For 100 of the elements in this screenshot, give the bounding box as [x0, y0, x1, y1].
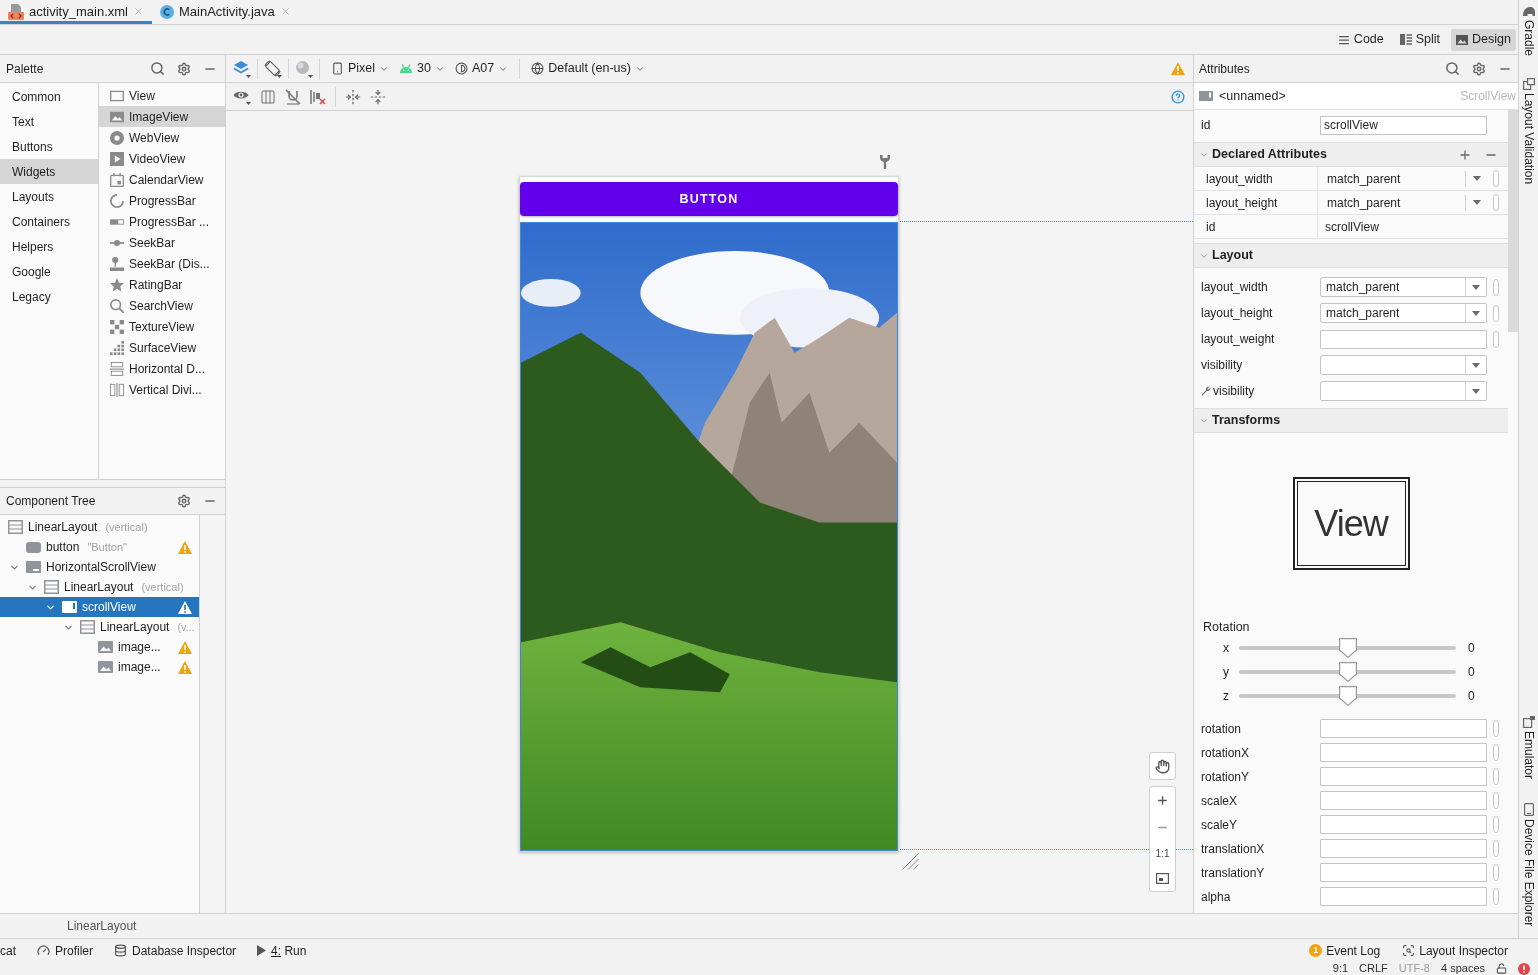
- palette-item[interactable]: TextureView: [99, 316, 225, 337]
- value-dropdown[interactable]: match_parent: [1318, 191, 1487, 214]
- text-field[interactable]: [1320, 719, 1487, 738]
- palette-item[interactable]: ImageView: [99, 106, 225, 127]
- status-item[interactable]: 4 spaces: [1440, 963, 1485, 974]
- dropdown-field[interactable]: match_parent: [1320, 277, 1487, 297]
- text-field[interactable]: [1320, 767, 1487, 786]
- crossed-magnet-icon[interactable]: [285, 88, 301, 105]
- tree-item[interactable]: LinearLayout (v...: [0, 617, 199, 637]
- section-header[interactable]: Declared Attributes: [1194, 142, 1508, 167]
- settings-icon[interactable]: [177, 494, 191, 508]
- clear-icon[interactable]: [310, 88, 326, 105]
- palette-category[interactable]: Widgets: [0, 159, 98, 184]
- palette-item[interactable]: SurfaceView: [99, 337, 225, 358]
- palette-item[interactable]: WebView: [99, 127, 225, 148]
- text-field[interactable]: [1320, 863, 1487, 882]
- text-field[interactable]: [1320, 815, 1487, 834]
- tool-window-button[interactable]: cat: [0, 944, 16, 957]
- help-icon[interactable]: [1171, 89, 1185, 104]
- rotation-slider[interactable]: [1239, 637, 1456, 658]
- palette-item[interactable]: SearchView: [99, 295, 225, 316]
- tree-item[interactable]: LinearLayout (vertical): [0, 517, 199, 537]
- add-icon[interactable]: [1458, 147, 1472, 162]
- rotation-slider[interactable]: [1239, 685, 1456, 706]
- palette-item[interactable]: Horizontal D...: [99, 358, 225, 379]
- search-icon[interactable]: [1445, 61, 1460, 76]
- palette-item[interactable]: ProgressBar: [99, 190, 225, 211]
- slider-thumb[interactable]: [1338, 685, 1357, 706]
- settings-icon[interactable]: [177, 61, 191, 76]
- fit-screen-icon[interactable]: [1156, 872, 1169, 884]
- palette-item[interactable]: CalendarView: [99, 169, 225, 190]
- palette-category[interactable]: Legacy: [0, 284, 98, 309]
- toolbar-dropdown[interactable]: Pixel: [326, 57, 395, 80]
- columns-icon[interactable]: [260, 88, 276, 105]
- tool-window-button[interactable]: 4: Run: [257, 944, 307, 957]
- unlocked-icon[interactable]: [1496, 963, 1507, 974]
- palette-item[interactable]: ProgressBar ...: [99, 211, 225, 232]
- palette-item[interactable]: RatingBar: [99, 274, 225, 295]
- section-header[interactable]: Transforms: [1194, 408, 1508, 433]
- tree-item[interactable]: scrollView: [0, 597, 199, 617]
- resource-picker-icon[interactable]: [1493, 744, 1499, 761]
- error-icon[interactable]: [1518, 962, 1530, 975]
- section-header[interactable]: Layout: [1194, 243, 1508, 268]
- pan-button[interactable]: [1149, 752, 1176, 780]
- tool-window-button[interactable]: Profiler: [37, 944, 94, 957]
- dropdown-field[interactable]: [1320, 355, 1487, 375]
- tilted-phone-icon[interactable]: [264, 59, 282, 78]
- palette-item[interactable]: VideoView: [99, 148, 225, 169]
- tool-window-button[interactable]: Layout Inspector: [1402, 944, 1508, 957]
- zoom-in-icon[interactable]: [1156, 794, 1169, 808]
- palette-item[interactable]: Vertical Divi...: [99, 379, 225, 400]
- palette-category[interactable]: Containers: [0, 209, 98, 234]
- dropdown-field[interactable]: [1320, 381, 1487, 401]
- settings-icon[interactable]: [1472, 61, 1486, 76]
- tree-item[interactable]: button "Button": [0, 537, 199, 557]
- view-mode-tab[interactable]: Design: [1451, 28, 1516, 51]
- tree-item[interactable]: image...: [0, 637, 199, 657]
- view-mode-tab[interactable]: Split: [1394, 28, 1446, 51]
- resize-handle-icon[interactable]: [902, 853, 919, 870]
- resource-picker-icon[interactable]: [1493, 792, 1499, 809]
- resource-picker-icon[interactable]: [1493, 864, 1499, 881]
- preview-button[interactable]: BUTTON: [520, 182, 898, 216]
- resource-picker-icon[interactable]: [1493, 170, 1499, 187]
- toolbar-dropdown[interactable]: A07: [450, 57, 514, 80]
- resource-picker-icon[interactable]: [1493, 888, 1499, 905]
- resource-picker-icon[interactable]: [1493, 840, 1499, 857]
- rotation-slider[interactable]: [1239, 661, 1456, 682]
- palette-category[interactable]: Text: [0, 109, 98, 134]
- resource-picker-icon[interactable]: [1493, 720, 1499, 737]
- resource-picker-icon[interactable]: [1493, 330, 1499, 348]
- status-item[interactable]: CRLF: [1359, 963, 1388, 974]
- palette-item[interactable]: SeekBar: [99, 232, 225, 253]
- breadcrumb-item[interactable]: LinearLayout: [67, 920, 137, 932]
- resource-picker-icon[interactable]: [1493, 278, 1499, 296]
- scrollbar-thumb[interactable]: [1508, 110, 1518, 332]
- palette-category[interactable]: Layouts: [0, 184, 98, 209]
- text-field[interactable]: scrollView: [1320, 115, 1487, 135]
- value-dropdown[interactable]: match_parent: [1318, 167, 1487, 190]
- tree-item[interactable]: LinearLayout (vertical): [0, 577, 199, 597]
- actual-size-button[interactable]: 1:1: [1155, 848, 1170, 859]
- resource-picker-icon[interactable]: [1493, 816, 1499, 833]
- layers-icon[interactable]: [233, 59, 251, 78]
- search-icon[interactable]: [150, 61, 165, 76]
- palette-category[interactable]: Google: [0, 259, 98, 284]
- text-field[interactable]: [1320, 743, 1487, 762]
- fold-horizontal-icon[interactable]: [345, 88, 361, 105]
- sphere-icon[interactable]: [295, 59, 313, 78]
- tool-window-button[interactable]: Gradle: [1522, 6, 1535, 57]
- status-item[interactable]: 9:1: [1332, 963, 1349, 974]
- tool-window-button[interactable]: Database Inspector: [114, 944, 237, 957]
- palette-category[interactable]: Common: [0, 84, 98, 109]
- palette-item[interactable]: View: [99, 85, 225, 106]
- palette-category[interactable]: Buttons: [0, 134, 98, 159]
- palette-item[interactable]: SeekBar (Dis...: [99, 253, 225, 274]
- resource-picker-icon[interactable]: [1493, 768, 1499, 785]
- tool-window-button[interactable]: Device File Explorer: [1522, 802, 1535, 926]
- resource-picker-icon[interactable]: [1493, 304, 1499, 322]
- view-mode-tab[interactable]: Code: [1332, 28, 1389, 51]
- palette-category[interactable]: Helpers: [0, 234, 98, 259]
- text-field[interactable]: [1320, 887, 1487, 906]
